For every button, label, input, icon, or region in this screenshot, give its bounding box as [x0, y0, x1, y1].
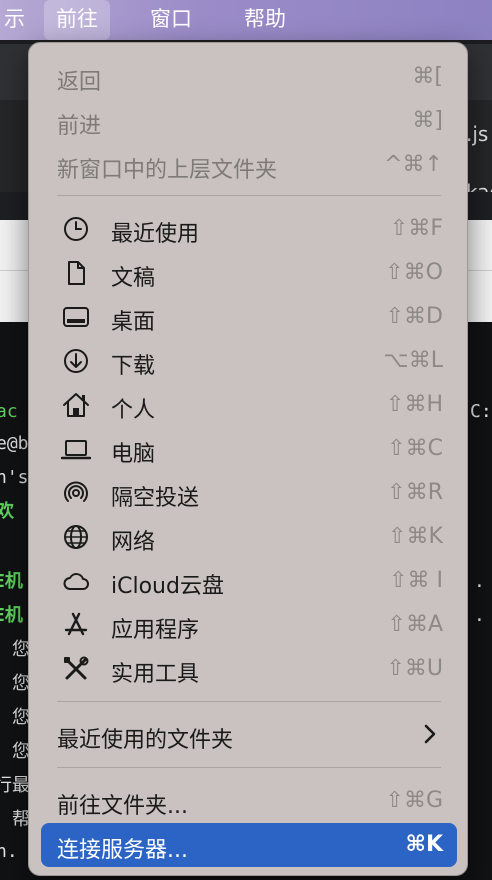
menu-item-shortcut: ⇧⌘G: [385, 788, 443, 813]
menu-item-utilities[interactable]: 实用工具 ⇧⌘U: [41, 647, 457, 691]
menu-item-label: 电脑: [111, 442, 156, 467]
menubar-item-window[interactable]: 窗口: [138, 0, 204, 40]
menu-item-enclosing-folder[interactable]: 新窗口中的上层文件夹 ^⌘↑: [41, 143, 457, 187]
menu-item-downloads[interactable]: 下载 ⌥⌘L: [41, 339, 457, 383]
terminal-line: 行最: [0, 775, 30, 796]
menu-item-airdrop[interactable]: 隔空投送 ⇧⌘R: [41, 471, 457, 515]
menu-item-shortcut: ⇧⌘ I: [389, 568, 443, 593]
menu-item-label: 文稿: [111, 266, 156, 291]
menu-item-documents[interactable]: 文稿 ⇧⌘O: [41, 251, 457, 295]
laptop-icon: [60, 434, 92, 464]
menu-item-forward[interactable]: 前进 ⌘]: [41, 99, 457, 143]
menu-item-label: 隔空投送: [111, 486, 200, 511]
menu-item-label: 网络: [111, 530, 156, 555]
menu-item-shortcut: ⌘K: [405, 832, 443, 857]
menu-item-shortcut: ⌘[: [412, 64, 443, 89]
menu-item-recents[interactable]: 最近使用 ⇧⌘F: [41, 207, 457, 251]
menu-item-label: 桌面: [111, 310, 156, 335]
chevron-right-icon: [421, 721, 439, 747]
menu-item-desktop[interactable]: 桌面 ⇧⌘D: [41, 295, 457, 339]
airdrop-icon: [61, 478, 91, 508]
terminal-line: ：您: [0, 639, 30, 660]
menubar-item-view[interactable]: 示: [0, 0, 37, 40]
home-icon: [61, 390, 91, 420]
terminal-line: ：您: [0, 673, 30, 694]
menu-item-shortcut: ⇧⌘C: [387, 436, 443, 461]
terminal-line: E机: [0, 571, 23, 592]
terminal-line: n's: [0, 467, 29, 488]
menu-item-shortcut: ^⌘↑: [384, 152, 443, 177]
menu-item-connect-to-server[interactable]: 连接服务器... ⌘K: [41, 823, 457, 867]
bg-fragment-js: .js: [466, 122, 489, 146]
menu-item-label: 前进: [57, 114, 102, 139]
menu-item-label: 下载: [111, 354, 156, 379]
download-icon: [61, 346, 91, 376]
menu-item-network[interactable]: 网络 ⇧⌘K: [41, 515, 457, 559]
menu-item-shortcut: ⇧⌘K: [388, 524, 443, 549]
menu-item-shortcut: ⌥⌘L: [383, 348, 443, 373]
menu-item-computer[interactable]: 电脑 ⇧⌘C: [41, 427, 457, 471]
menu-item-label: 实用工具: [111, 662, 200, 687]
terminal-line: ：帮: [0, 809, 30, 830]
terminal-line: C:: [470, 401, 492, 422]
menu-item-label: 个人: [111, 398, 156, 423]
utilities-icon: [61, 654, 91, 684]
menu-separator: [57, 767, 441, 768]
terminal-line: E机: [0, 605, 23, 626]
menu-item-shortcut: ⌘]: [412, 108, 443, 133]
menu-item-shortcut: ⇧⌘A: [387, 612, 443, 637]
menu-item-label: iCloud云盘: [111, 574, 224, 599]
menubar-item-go[interactable]: 前往: [44, 0, 110, 40]
menu-item-shortcut: ⇧⌘R: [387, 480, 443, 505]
go-menu: 返回 ⌘[ 前进 ⌘] 新窗口中的上层文件夹 ^⌘↑ 最近使用 ⇧⌘F 文稿 ⇧…: [28, 42, 468, 876]
menu-item-icloud-drive[interactable]: iCloud云盘 ⇧⌘ I: [41, 559, 457, 603]
globe-icon: [61, 522, 91, 552]
menu-item-shortcut: ⇧⌘O: [385, 260, 443, 285]
menu-item-home[interactable]: 个人 ⇧⌘H: [41, 383, 457, 427]
menu-item-applications[interactable]: 应用程序 ⇧⌘A: [41, 603, 457, 647]
terminal-line: n.: [0, 841, 18, 862]
menu-item-recent-folders[interactable]: 最近使用的文件夹: [41, 713, 457, 757]
menu-item-shortcut: ⇧⌘F: [389, 216, 443, 241]
menu-item-label: 最近使用的文件夹: [57, 728, 234, 753]
cloud-icon: [61, 566, 91, 596]
terminal-line: ac: [0, 401, 18, 422]
terminal-line: ：您: [0, 707, 30, 728]
menu-item-shortcut: ⇧⌘U: [386, 656, 443, 681]
terminal-line: e@b: [0, 433, 29, 454]
menu-item-label: 应用程序: [111, 618, 200, 643]
applications-icon: [61, 610, 91, 640]
terminal-line: 欢: [0, 501, 14, 522]
menu-item-label: 最近使用: [111, 222, 200, 247]
menu-item-label: 返回: [57, 70, 102, 95]
terminal-line: .: [474, 605, 485, 626]
clock-icon: [61, 214, 91, 244]
menu-bar: 示 前往 窗口 帮助: [0, 0, 492, 40]
menu-separator: [57, 195, 441, 196]
menu-item-label: 前往文件夹...: [57, 794, 188, 819]
menu-item-go-to-folder[interactable]: 前往文件夹... ⇧⌘G: [41, 779, 457, 823]
menubar-item-help[interactable]: 帮助: [232, 0, 298, 40]
menu-item-shortcut: ⇧⌘H: [386, 392, 443, 417]
menu-item-label: 新窗口中的上层文件夹: [57, 158, 278, 183]
terminal-line: .: [474, 571, 485, 592]
desktop-icon: [61, 302, 91, 332]
menu-item-shortcut: ⇧⌘D: [385, 304, 443, 329]
document-icon: [61, 258, 91, 288]
menu-item-back[interactable]: 返回 ⌘[: [41, 55, 457, 99]
menu-separator: [57, 701, 441, 702]
terminal-line: ：您: [0, 741, 30, 762]
menu-item-label: 连接服务器...: [57, 838, 188, 863]
